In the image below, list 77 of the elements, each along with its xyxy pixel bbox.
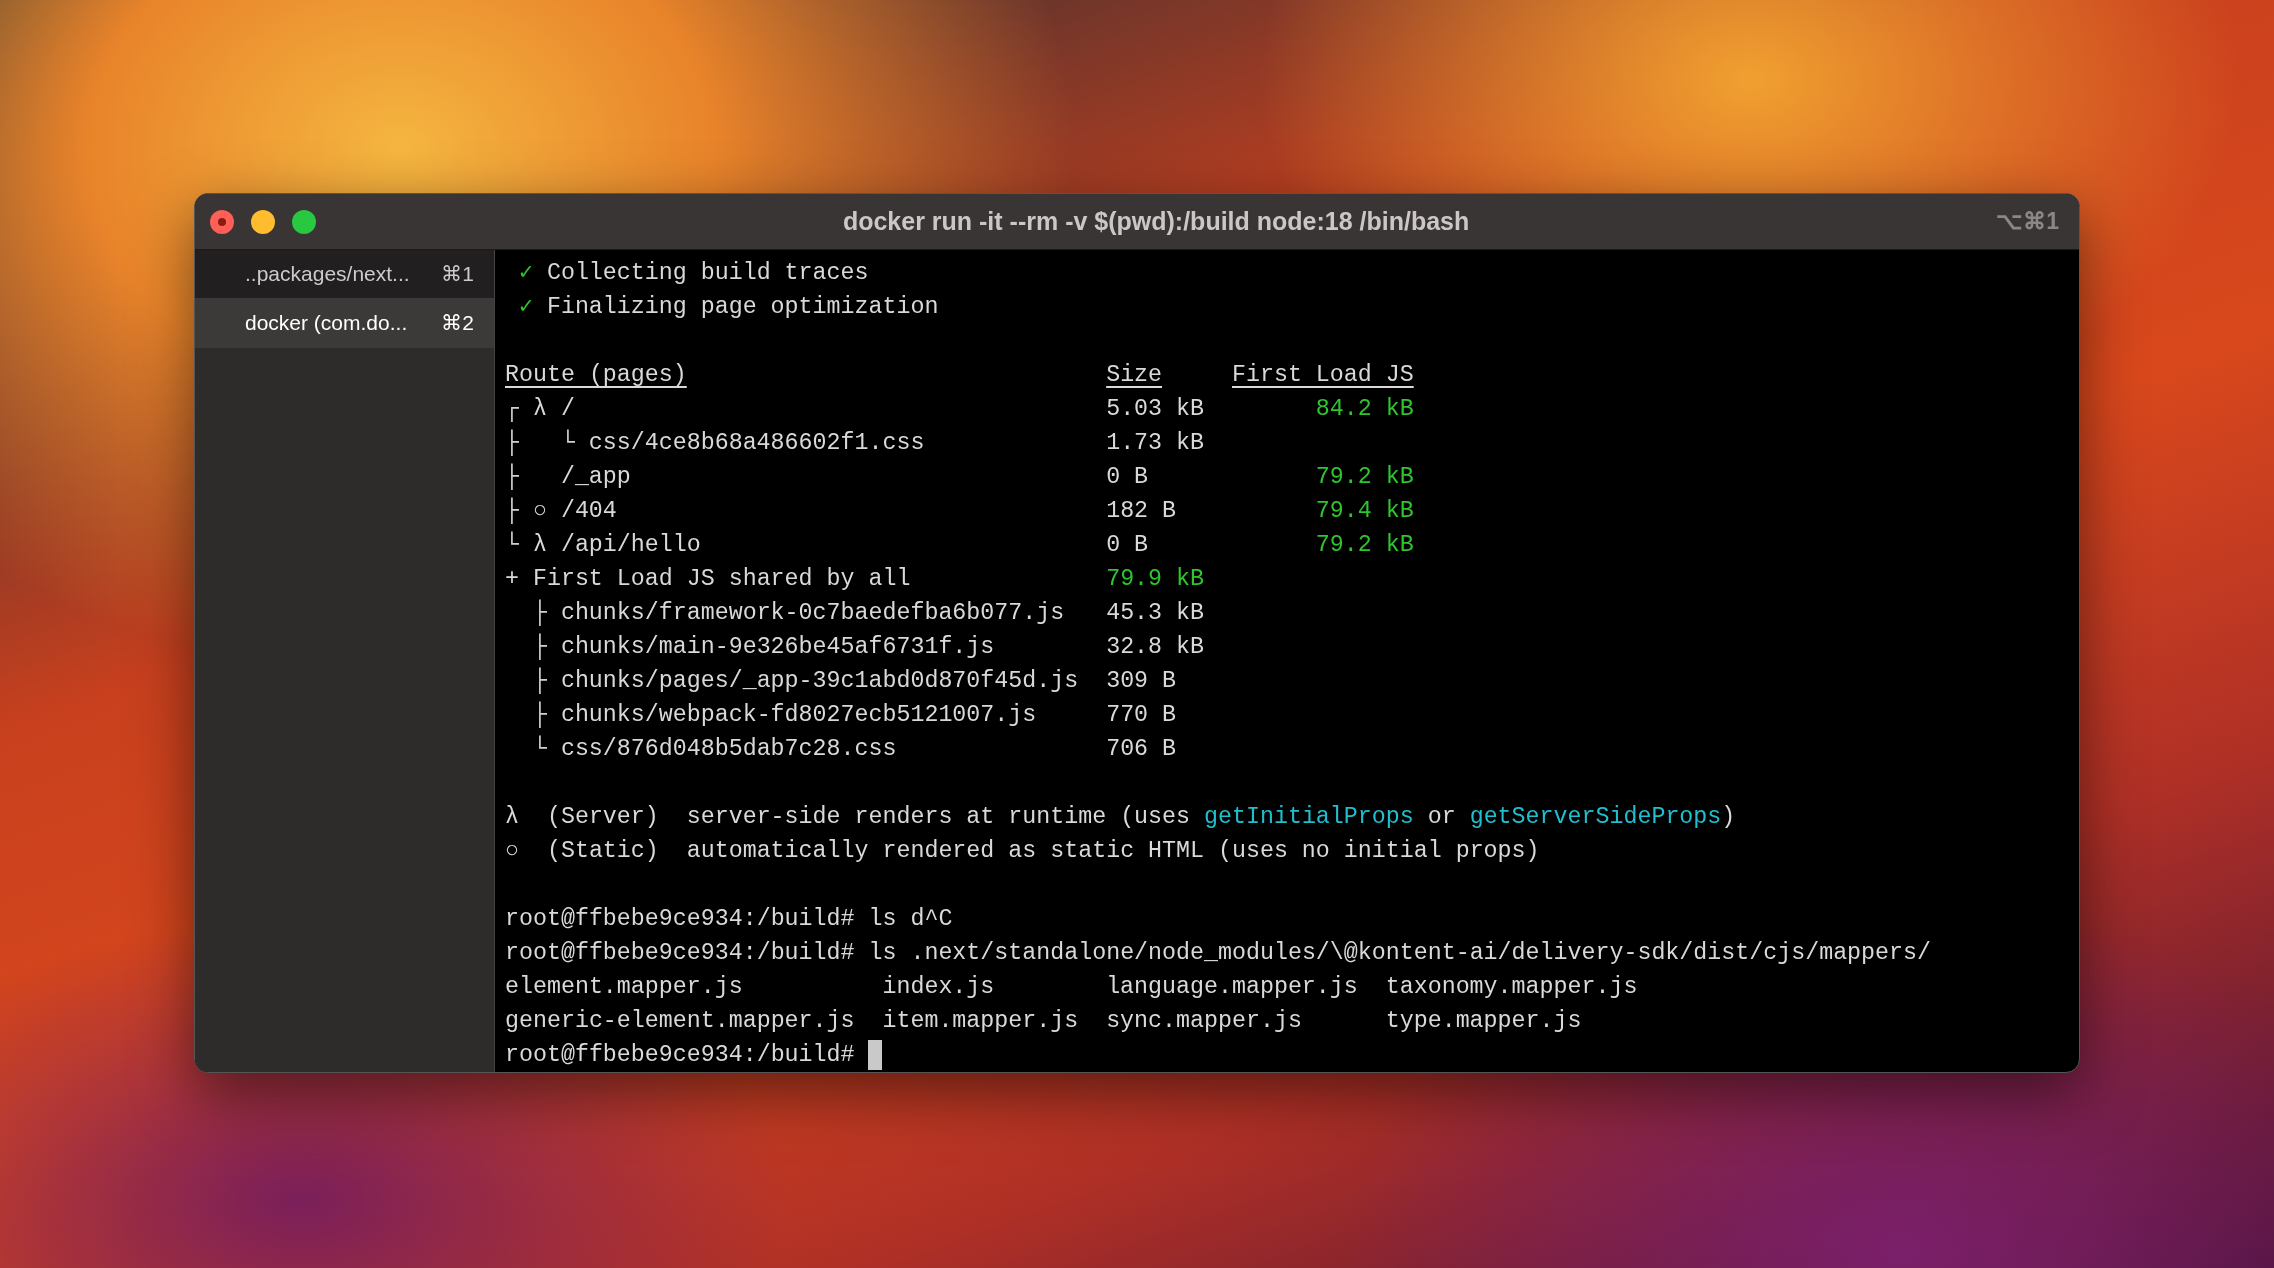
size-cell: 0 B xyxy=(1106,532,1149,558)
tree-branch: ├ xyxy=(532,598,548,628)
route-type-symbol: ○ xyxy=(505,838,519,864)
first-load-cell: 84.2 kB xyxy=(1315,396,1414,422)
first-load-cell: 79.2 kB xyxy=(1315,532,1414,558)
size-cell: 5.03 kB xyxy=(1106,396,1205,422)
route-path: /_app xyxy=(560,463,631,492)
tree-branch: ├ xyxy=(505,428,520,458)
file-name: index.js xyxy=(882,974,995,1000)
file-name: type.mapper.js xyxy=(1385,1008,1582,1034)
shell-prompt: root@ffbebe9ce934:/build# xyxy=(505,905,855,934)
file-name: generic-element.mapper.js xyxy=(505,1008,855,1034)
size-cell: 182 B xyxy=(1106,498,1177,524)
check-mark: ✓ xyxy=(518,293,534,322)
tree-branch: └ xyxy=(560,428,576,458)
tree-branch: ┌ xyxy=(505,395,520,424)
size-cell: 706 B xyxy=(1106,736,1177,762)
file-path: chunks/framework-0c7baedefba6b077.js xyxy=(560,599,1065,628)
route-type-symbol: λ xyxy=(532,396,547,422)
file-path: css/876d048b5dab7c28.css xyxy=(560,735,897,764)
tree-branch: ├ xyxy=(532,632,548,662)
route-type-symbol: λ xyxy=(505,804,519,830)
tree-branch: ├ xyxy=(505,462,520,492)
column-header: Route (pages) xyxy=(505,362,687,388)
size-cell: 79.9 kB xyxy=(1106,566,1205,592)
close-button[interactable] xyxy=(210,209,234,234)
window-title: docker run -it --rm -v $(pwd):/build node:18 /bin/bash xyxy=(841,207,1471,236)
check-mark: ✓ xyxy=(518,259,534,288)
column-header: Size xyxy=(1106,362,1163,388)
tab[interactable]: ..packages/next... ⌘1 xyxy=(195,250,494,299)
file-path: css/4ce8b68a486602f1.css xyxy=(588,429,925,458)
file-path: chunks/main-9e326be45af6731f.js xyxy=(560,633,995,662)
route-path: /404 xyxy=(560,497,617,526)
file-name: sync.mapper.js xyxy=(1106,1008,1302,1034)
shell-prompt: root@ffbebe9ce934:/build# xyxy=(505,1041,855,1070)
text-cursor xyxy=(868,1040,883,1070)
tree-branch: └ xyxy=(532,734,548,764)
file-name: element.mapper.js xyxy=(505,974,743,1000)
function-name: getServerSideProps xyxy=(1469,804,1722,830)
route-type-symbol: λ xyxy=(532,532,547,558)
legend-description: server-side renders at runtime (uses getInitialProps or getServerSideProps) xyxy=(686,803,1736,832)
file-name: taxonomy.mapper.js xyxy=(1385,974,1638,1000)
size-cell: 1.73 kB xyxy=(1106,430,1205,456)
zoom-button[interactable] xyxy=(292,209,316,234)
first-load-cell: 79.4 kB xyxy=(1315,498,1414,524)
file-name: language.mapper.js xyxy=(1106,974,1358,1000)
route-path: /api/hello xyxy=(560,531,701,560)
size-cell: 32.8 kB xyxy=(1106,634,1205,660)
size-cell: 770 B xyxy=(1106,702,1177,728)
shell-prompt: root@ffbebe9ce934:/build# xyxy=(505,939,855,968)
tab[interactable]: docker (com.do... ⌘2 xyxy=(195,299,494,348)
first-load-cell: 79.2 kB xyxy=(1315,464,1414,490)
shared-label: First Load JS shared by all xyxy=(532,565,911,594)
legend-name: (Server) xyxy=(546,804,659,830)
legend-name: (Static) xyxy=(546,838,659,864)
minimize-button[interactable] xyxy=(251,209,275,234)
size-cell: 309 B xyxy=(1106,668,1177,694)
function-name: getInitialProps xyxy=(1204,804,1414,830)
shell-command: ls .next/standalone/node_modules/\@kontent-ai/delivery-sdk/dist/cjs/mappers/ xyxy=(868,939,1931,968)
size-cell: 0 B xyxy=(1106,464,1149,490)
column-header: First Load JS xyxy=(1231,361,1414,390)
size-cell: 45.3 kB xyxy=(1106,600,1205,626)
tree-branch: └ xyxy=(505,530,520,560)
route-path: / xyxy=(560,395,575,424)
file-path: chunks/pages/_app-39c1abd0d870f45d.js xyxy=(560,667,1079,696)
route-type-symbol: ○ xyxy=(532,498,547,524)
status-text: Collecting build traces xyxy=(546,259,869,288)
tree-branch: ├ xyxy=(505,496,520,526)
file-path: chunks/webpack-fd8027ecb5121007.js xyxy=(560,701,1037,730)
shell-command: ls d^C xyxy=(868,905,953,934)
plus-sign: + xyxy=(505,565,520,594)
tree-branch: ├ xyxy=(532,666,548,696)
file-name: item.mapper.js xyxy=(882,1008,1079,1034)
status-text: Finalizing page optimization xyxy=(546,293,939,322)
shortcut-label: ⌥⌘1 xyxy=(1996,208,2059,235)
tree-branch: ├ xyxy=(532,700,548,730)
legend-description: automatically rendered as static HTML (uses no initial props) xyxy=(686,837,1540,866)
